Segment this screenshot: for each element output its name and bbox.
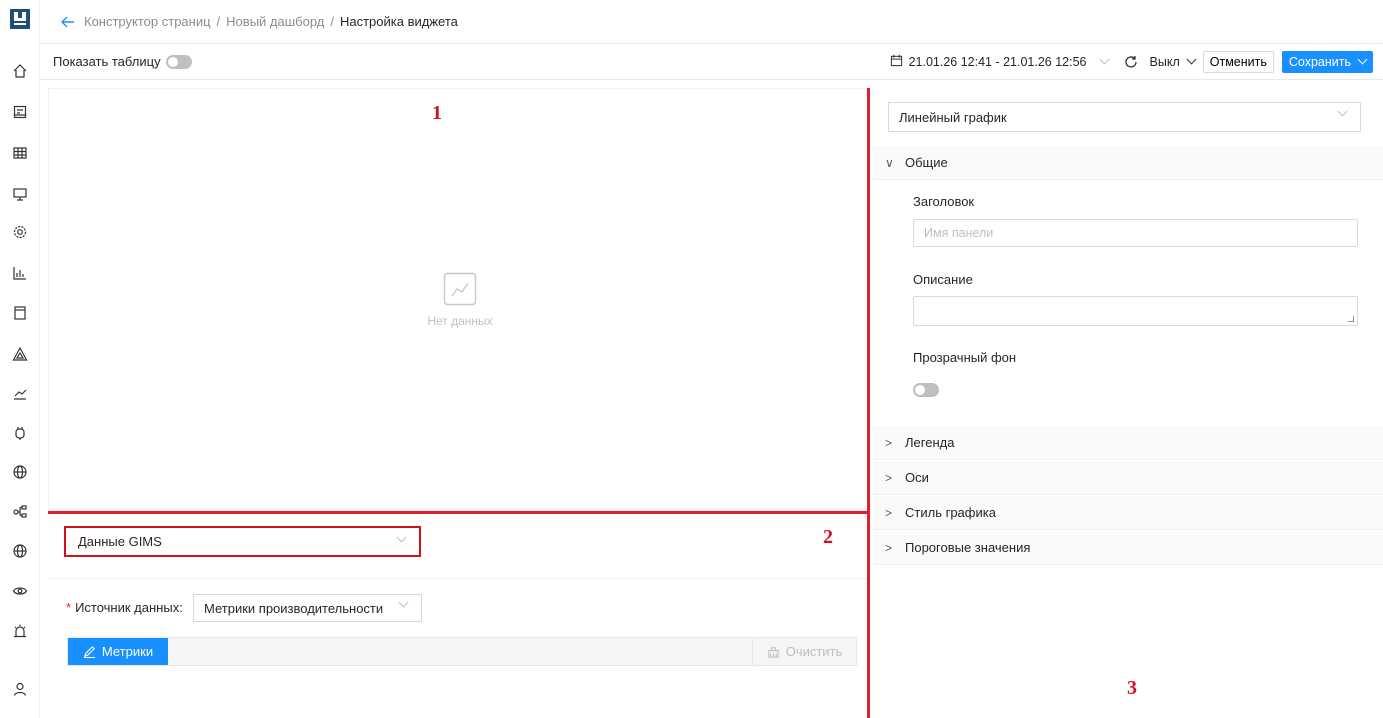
datasource-select[interactable]: Метрики производительности	[193, 594, 422, 622]
show-table-toggle[interactable]	[165, 54, 192, 69]
metrics-button-label: Метрики	[101, 644, 154, 659]
resize-handle-icon[interactable]	[1348, 316, 1354, 322]
empty-chart-icon	[443, 272, 477, 306]
chevron-down-icon	[398, 597, 409, 608]
section-thresholds-header[interactable]: > Пороговые значения	[873, 531, 1383, 565]
clear-icon	[767, 645, 780, 658]
settings-icon[interactable]	[0, 220, 40, 244]
chevron-right-icon: >	[885, 540, 893, 555]
chevron-down-icon	[1357, 54, 1368, 65]
widget-settings-panel: Линейный график ∨ Общие Заголовок Имя па…	[873, 88, 1383, 718]
breadcrumb-separator: /	[330, 14, 334, 29]
section-general-label: Общие	[905, 155, 948, 170]
section-thresholds-label: Пороговые значения	[905, 540, 1031, 555]
breadcrumb: Конструктор страниц / Новый дашборд / На…	[40, 0, 1383, 44]
section-chart-style-header[interactable]: > Стиль графика	[873, 496, 1383, 530]
chevron-down-icon	[1337, 106, 1348, 117]
clear-button[interactable]: Очистить	[752, 638, 856, 665]
alert-triangle-icon[interactable]	[0, 342, 40, 366]
datasource-label-colon: :	[179, 600, 183, 615]
breadcrumb-current: Настройка виджета	[339, 14, 458, 29]
clear-button-label: Очистить	[785, 644, 843, 659]
bar-chart-icon[interactable]	[0, 261, 40, 285]
home-icon[interactable]	[0, 59, 40, 83]
chevron-right-icon: >	[885, 435, 893, 450]
breadcrumb-item-new-dashboard[interactable]: Новый дашборд	[226, 14, 324, 29]
annotation-marker-3: 3	[1127, 677, 1137, 699]
time-range-picker[interactable]: 21.01.26 12:41 - 21.01.26 12:56	[890, 54, 1109, 70]
breadcrumb-separator: /	[216, 14, 221, 29]
empty-state: Нет данных	[425, 272, 495, 328]
calendar-icon	[890, 54, 903, 70]
app-root: Конструктор страниц / Новый дашборд / На…	[0, 0, 1383, 718]
globe-icon[interactable]	[0, 539, 40, 563]
section-legend-label: Легенда	[905, 435, 955, 450]
transparent-bg-toggle[interactable]	[913, 383, 939, 397]
refresh-icon[interactable]	[1124, 55, 1138, 69]
chevron-right-icon: >	[885, 505, 893, 520]
sidebar-rail	[0, 0, 40, 718]
annotation-marker-1: 1	[432, 102, 442, 124]
transparent-bg-label: Прозрачный фон	[913, 350, 1017, 365]
description-label: Описание	[913, 272, 973, 287]
chevron-down-icon	[396, 532, 407, 543]
section-legend-header[interactable]: > Легенда	[873, 426, 1383, 460]
alarm-icon[interactable]	[0, 619, 40, 643]
source-type-value: Данные GIMS	[78, 534, 162, 549]
datasource-value: Метрики производительности	[204, 600, 384, 616]
datasource-label: * Источник данных:	[66, 600, 183, 615]
divider	[48, 578, 867, 579]
refresh-interval-value: Выкл	[1149, 54, 1180, 69]
chevron-down-icon	[1186, 54, 1197, 65]
datasource-label-text: Источник данных	[75, 600, 180, 615]
section-general-header[interactable]: ∨ Общие	[873, 146, 1383, 180]
bookmark-icon[interactable]	[0, 301, 40, 325]
user-icon[interactable]	[0, 677, 40, 701]
panel-title-placeholder: Имя панели	[924, 226, 994, 240]
dashboard-icon[interactable]	[0, 100, 40, 124]
chart-type-select[interactable]: Линейный график	[888, 102, 1361, 132]
no-data-text: Нет данных	[427, 314, 493, 328]
show-table-label: Показать таблицу	[53, 54, 161, 69]
cancel-button[interactable]: Отменить	[1202, 50, 1274, 73]
widget-preview: Нет данных	[48, 88, 868, 511]
time-range-value: 21.01.26 12:41 - 21.01.26 12:56	[908, 54, 1087, 69]
globe-icon[interactable]	[0, 460, 40, 484]
metrics-bar: Метрики Очистить	[67, 637, 857, 666]
required-mark: *	[66, 600, 72, 615]
annotation-divider-vertical	[867, 88, 870, 718]
table-icon[interactable]	[0, 141, 40, 165]
section-chart-style-label: Стиль графика	[905, 505, 996, 520]
save-button[interactable]: Сохранить	[1281, 50, 1373, 73]
source-type-select[interactable]: Данные GIMS	[64, 526, 421, 557]
title-label: Заголовок	[913, 194, 975, 209]
metrics-button[interactable]: Метрики	[68, 638, 168, 665]
topology-icon[interactable]	[0, 499, 40, 523]
section-axes-header[interactable]: > Оси	[873, 461, 1383, 495]
refresh-interval-select[interactable]: Выкл	[1149, 54, 1197, 69]
monitor-icon[interactable]	[0, 182, 40, 206]
back-arrow-icon[interactable]	[60, 14, 76, 30]
annotation-marker-2: 2	[823, 526, 833, 548]
widget-toolbar: Показать таблицу 21.01.26 12:41 - 21.01.…	[40, 44, 1383, 80]
chart-type-value: Линейный график	[899, 109, 1007, 125]
breadcrumb-item-page-builder[interactable]: Конструктор страниц	[84, 14, 211, 29]
logo-icon[interactable]	[10, 9, 30, 29]
annotation-divider-horizontal	[48, 511, 870, 514]
chevron-right-icon: >	[885, 470, 893, 485]
line-chart-icon[interactable]	[0, 382, 40, 406]
panel-title-input[interactable]: Имя панели	[913, 219, 1358, 247]
section-axes-label: Оси	[905, 470, 929, 485]
eye-icon[interactable]	[0, 579, 40, 603]
chevron-down-icon: ∨	[885, 155, 894, 170]
plugin-icon[interactable]	[0, 421, 40, 445]
description-textarea[interactable]	[913, 296, 1358, 326]
chevron-down-icon	[1099, 54, 1109, 65]
edit-icon	[83, 645, 96, 658]
save-button-label: Сохранить	[1288, 54, 1351, 69]
